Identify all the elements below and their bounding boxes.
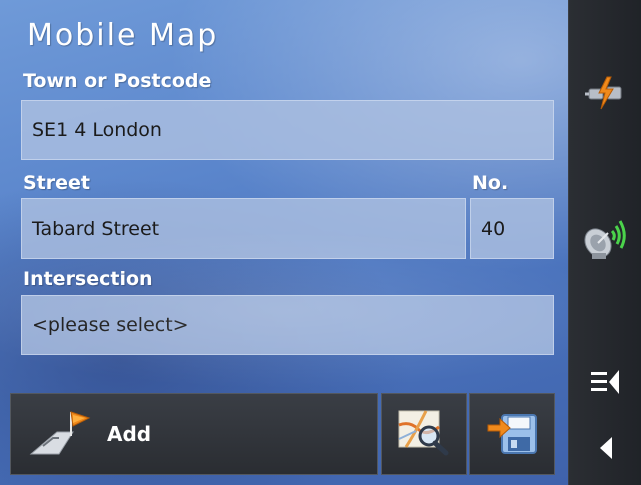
map-search-button[interactable] (381, 393, 467, 475)
app-window: Mobile Map Town or Postcode SE1 4 London… (0, 0, 641, 485)
save-destination-button[interactable] (469, 393, 555, 475)
route-flag-icon (29, 406, 93, 462)
add-button[interactable]: Add (10, 393, 378, 475)
save-floppy-icon (484, 407, 540, 461)
street-label: Street (23, 172, 90, 194)
map-magnifier-icon (396, 407, 452, 461)
intersection-field[interactable]: <please select> (21, 295, 554, 355)
menu-list-icon (587, 367, 623, 401)
town-label: Town or Postcode (23, 70, 212, 92)
street-field[interactable]: Tabard Street (21, 198, 466, 259)
house-number-value: 40 (481, 217, 506, 240)
menu-button[interactable] (569, 362, 641, 406)
back-button[interactable] (569, 428, 641, 472)
house-number-field[interactable]: 40 (470, 198, 554, 259)
right-sidebar (568, 0, 641, 485)
app-title: Mobile Map (27, 18, 219, 53)
add-button-label: Add (107, 422, 152, 446)
town-postcode-value: SE1 4 London (32, 119, 162, 141)
plug-connection-icon (585, 75, 625, 115)
back-arrow-icon (590, 433, 620, 467)
town-postcode-field[interactable]: SE1 4 London (21, 100, 554, 160)
gps-status-button[interactable] (569, 213, 641, 269)
main-panel: Mobile Map Town or Postcode SE1 4 London… (0, 0, 568, 485)
intersection-value: <please select> (32, 314, 189, 336)
intersection-label: Intersection (23, 268, 153, 290)
number-label: No. (472, 172, 509, 194)
street-value: Tabard Street (32, 217, 160, 240)
satellite-dish-icon (582, 217, 628, 265)
connection-button[interactable] (569, 70, 641, 120)
